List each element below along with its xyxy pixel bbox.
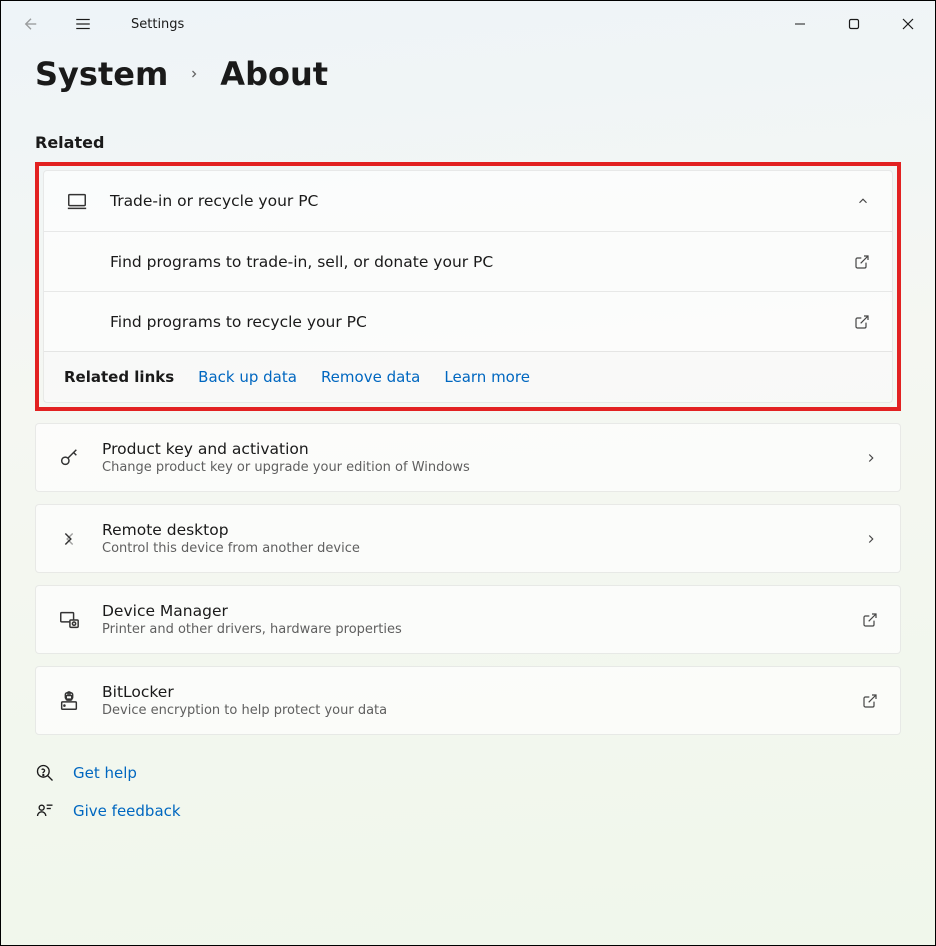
chevron-right-icon: [188, 68, 200, 80]
remote-desktop-desc: Control this device from another device: [102, 541, 864, 556]
related-links-label: Related links: [64, 368, 174, 386]
product-key-item[interactable]: Product key and activation Change produc…: [36, 424, 900, 491]
maximize-button[interactable]: [827, 4, 881, 44]
chevron-up-icon: [856, 194, 870, 208]
trade-in-sub1-label: Find programs to trade-in, sell, or dona…: [110, 253, 854, 271]
trade-in-title: Trade-in or recycle your PC: [110, 192, 856, 210]
key-icon: [58, 447, 80, 469]
section-heading-related: Related: [35, 133, 901, 152]
minimize-icon: [794, 18, 806, 30]
link-back-up-data[interactable]: Back up data: [198, 368, 297, 386]
maximize-icon: [848, 18, 860, 30]
external-link-icon: [862, 612, 878, 628]
product-key-desc: Change product key or upgrade your editi…: [102, 460, 864, 475]
trade-in-expander-header[interactable]: Trade-in or recycle your PC: [44, 171, 892, 231]
get-help-link[interactable]: Get help: [35, 763, 901, 783]
chevron-right-icon: [864, 532, 878, 546]
breadcrumb-parent[interactable]: System: [35, 55, 168, 93]
highlight-annotation: Trade-in or recycle your PC Find program…: [35, 162, 901, 411]
laptop-icon: [66, 190, 88, 212]
close-button[interactable]: [881, 4, 935, 44]
link-learn-more[interactable]: Learn more: [444, 368, 530, 386]
device-manager-desc: Printer and other drivers, hardware prop…: [102, 622, 862, 637]
trade-in-find-programs[interactable]: Find programs to trade-in, sell, or dona…: [44, 231, 892, 291]
close-icon: [902, 18, 914, 30]
product-key-title: Product key and activation: [102, 440, 864, 458]
feedback-icon: [35, 801, 55, 821]
trade-in-sub2-label: Find programs to recycle your PC: [110, 313, 854, 331]
bitlocker-title: BitLocker: [102, 683, 862, 701]
bitlocker-item[interactable]: BitLocker Device encryption to help prot…: [36, 667, 900, 734]
trade-in-recycle-programs[interactable]: Find programs to recycle your PC: [44, 291, 892, 351]
external-link-icon: [854, 314, 870, 330]
give-feedback-link[interactable]: Give feedback: [35, 801, 901, 821]
breadcrumb: System About: [35, 55, 901, 93]
device-manager-item[interactable]: Device Manager Printer and other drivers…: [36, 586, 900, 653]
breadcrumb-current: About: [220, 55, 328, 93]
remote-desktop-icon: [58, 528, 80, 550]
remote-desktop-item[interactable]: Remote desktop Control this device from …: [36, 505, 900, 572]
device-manager-title: Device Manager: [102, 602, 862, 620]
app-title: Settings: [131, 17, 184, 32]
bitlocker-desc: Device encryption to help protect your d…: [102, 703, 862, 718]
external-link-icon: [862, 693, 878, 709]
chevron-right-icon: [864, 451, 878, 465]
remote-desktop-title: Remote desktop: [102, 521, 864, 539]
get-help-label: Get help: [73, 764, 137, 782]
menu-button[interactable]: [71, 12, 95, 36]
help-icon: [35, 763, 55, 783]
link-remove-data[interactable]: Remove data: [321, 368, 420, 386]
external-link-icon: [854, 254, 870, 270]
bitlocker-icon: [58, 690, 80, 712]
back-button[interactable]: [19, 12, 43, 36]
minimize-button[interactable]: [773, 4, 827, 44]
device-manager-icon: [58, 609, 80, 631]
give-feedback-label: Give feedback: [73, 802, 181, 820]
arrow-left-icon: [22, 15, 40, 33]
hamburger-icon: [74, 15, 92, 33]
